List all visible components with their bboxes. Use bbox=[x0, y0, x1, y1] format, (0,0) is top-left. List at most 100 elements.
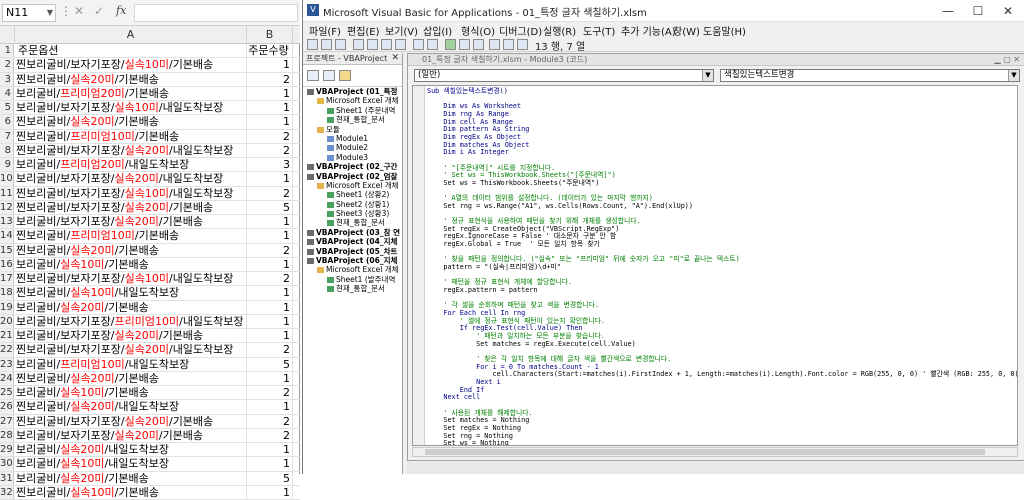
cell-b[interactable]: 5 bbox=[247, 471, 293, 485]
tree-node[interactable]: Microsoft Excel 개체 bbox=[303, 265, 402, 274]
cell-b[interactable]: 1 bbox=[247, 229, 293, 243]
menu-item[interactable]: 실행(R) bbox=[543, 23, 576, 38]
menu-item[interactable]: 디버그(D) bbox=[499, 23, 542, 38]
code-line[interactable]: Dim matches As Object bbox=[427, 141, 1017, 150]
row-header[interactable]: 3 bbox=[0, 72, 14, 86]
code-line[interactable]: Set matches = regEx.Execute(cell.Value) bbox=[427, 340, 1017, 349]
menu-item[interactable]: 형식(O) bbox=[461, 23, 495, 38]
properties-icon[interactable] bbox=[517, 39, 528, 50]
redo-icon[interactable] bbox=[427, 39, 438, 50]
cell-a[interactable]: 보리굴비/보자기포장/실속10미/내일도착보장 bbox=[15, 101, 247, 115]
cell-a[interactable]: 주문옵션 bbox=[15, 44, 247, 58]
sheet-grid[interactable]: 1 주문옵션 주문수량 2 찐보리굴비/보자기포장/실속10미/기본배송 1 3 찐보리굴비/… bbox=[0, 44, 300, 500]
cell-b[interactable]: 5 bbox=[247, 200, 293, 214]
cell-a[interactable]: 보리굴비/실속10미/내일도착보장 bbox=[15, 457, 247, 471]
menu-item[interactable]: 편집(E) bbox=[347, 23, 380, 38]
view-excel-icon[interactable] bbox=[307, 39, 318, 50]
menu-item[interactable]: 파일(F) bbox=[309, 23, 341, 38]
find-icon[interactable] bbox=[395, 39, 406, 50]
cell-a[interactable]: 찐보리굴비/실속20미/기본배송 bbox=[15, 72, 247, 86]
chevron-down-icon[interactable]: ▼ bbox=[702, 70, 713, 81]
row-header[interactable]: 14 bbox=[0, 229, 14, 243]
row-header[interactable]: 9 bbox=[0, 158, 14, 172]
scroll-thumb[interactable] bbox=[425, 449, 985, 455]
confirm-icon[interactable]: ✓ bbox=[94, 4, 104, 18]
cell-b[interactable]: 3 bbox=[247, 158, 293, 172]
chevron-down-icon[interactable]: ▼ bbox=[1008, 70, 1019, 81]
break-icon[interactable] bbox=[459, 39, 470, 50]
horizontal-scrollbar[interactable] bbox=[412, 447, 1018, 457]
cell-a[interactable]: 보리굴비/보자기포장/실속20미/기본배송 bbox=[15, 428, 247, 442]
row-header[interactable]: 19 bbox=[0, 300, 14, 314]
row-header[interactable]: 18 bbox=[0, 286, 14, 300]
cell-b[interactable]: 1 bbox=[247, 115, 293, 129]
cell-a[interactable]: 찐보리굴비/보자기포장/실속20미/기본배송 bbox=[15, 414, 247, 428]
row-header[interactable]: 1 bbox=[0, 44, 14, 58]
row-header[interactable]: 32 bbox=[0, 485, 14, 499]
tree-node[interactable]: VBAProject (02_엄잘 bbox=[303, 172, 402, 181]
cell-b[interactable]: 2 bbox=[247, 129, 293, 143]
cell-b[interactable]: 2 bbox=[247, 186, 293, 200]
run-icon[interactable] bbox=[445, 39, 456, 50]
tree-node[interactable]: Microsoft Excel 개체 bbox=[303, 181, 402, 190]
code-line[interactable]: regEx.Global = True ' 모든 일치 항목 찾기 bbox=[427, 240, 1017, 249]
row-header[interactable]: 6 bbox=[0, 115, 14, 129]
close-icon[interactable]: ✕ bbox=[391, 53, 399, 64]
row-header[interactable]: 11 bbox=[0, 186, 14, 200]
code-line[interactable]: End If bbox=[427, 386, 1017, 395]
insert-module-icon[interactable] bbox=[321, 39, 332, 50]
code-line[interactable]: Dim ws As Worksheet bbox=[427, 103, 1017, 111]
cell-b[interactable]: 1 bbox=[247, 329, 293, 343]
menu-item[interactable]: 도움말(H) bbox=[703, 23, 746, 38]
cell-a[interactable]: 찐보리굴비/실속10미/내일도착보장 bbox=[15, 286, 247, 300]
design-mode-icon[interactable] bbox=[489, 39, 500, 50]
tree-node[interactable]: 현재_통합_문서 bbox=[303, 115, 402, 124]
cell-b[interactable]: 2 bbox=[247, 428, 293, 442]
tree-node[interactable]: Sheet1 (주문내역 bbox=[303, 106, 402, 115]
cell-a[interactable]: 찐보리굴비/보자기포장/실속20미/내일도착보장 bbox=[15, 343, 247, 357]
insert-function-icon[interactable]: fx bbox=[116, 4, 126, 17]
cell-a[interactable]: 찐보리굴비/프리미엄10미/기본배송 bbox=[15, 129, 247, 143]
cell-b[interactable]: 1 bbox=[247, 86, 293, 100]
cell-b[interactable]: 1 bbox=[247, 314, 293, 328]
menu-item[interactable]: 도구(T) bbox=[583, 23, 615, 38]
cell-b[interactable]: 2 bbox=[247, 143, 293, 157]
view-code-icon[interactable] bbox=[307, 70, 319, 81]
row-header[interactable]: 12 bbox=[0, 200, 14, 214]
cell-b[interactable]: 1 bbox=[247, 172, 293, 186]
cell-a[interactable]: 찐보리굴비/실속20미/기본배송 bbox=[15, 243, 247, 257]
row-header[interactable]: 5 bbox=[0, 101, 14, 115]
code-line[interactable]: Set ws = Nothing bbox=[427, 440, 1017, 445]
code-line[interactable]: Next i bbox=[427, 378, 1017, 387]
code-line[interactable]: pattern = "(실속|프리미엄)\d+미" bbox=[427, 263, 1017, 272]
close-icon[interactable]: ✕ bbox=[993, 1, 1023, 21]
cell-a[interactable]: 보리굴비/실속10미/기본배송 bbox=[15, 257, 247, 271]
cell-a[interactable]: 보리굴비/실속20미/내일도착보장 bbox=[15, 443, 247, 457]
tree-node[interactable]: Module3 bbox=[303, 153, 402, 162]
name-box[interactable]: N11 ▼ bbox=[2, 4, 56, 22]
toggle-folders-icon[interactable] bbox=[339, 70, 351, 81]
row-header[interactable]: 16 bbox=[0, 257, 14, 271]
tree-node[interactable]: 현재_통합_문서 bbox=[303, 284, 402, 293]
cell-b[interactable]: 5 bbox=[247, 357, 293, 371]
paste-icon[interactable] bbox=[381, 39, 392, 50]
row-header[interactable]: 26 bbox=[0, 400, 14, 414]
tree-node[interactable]: Sheet3 (상황3) bbox=[303, 209, 402, 218]
tree-node[interactable]: 모듈 bbox=[303, 125, 402, 134]
tree-node[interactable]: VBAProject (06_지체 bbox=[303, 256, 402, 265]
cell-a[interactable]: 찐보리굴비/프리미엄10미/기본배송 bbox=[15, 229, 247, 243]
row-header[interactable]: 15 bbox=[0, 243, 14, 257]
code-line[interactable]: Dim i As Integer bbox=[427, 149, 1017, 157]
row-header[interactable]: 7 bbox=[0, 129, 14, 143]
project-explorer-icon[interactable] bbox=[503, 39, 514, 50]
code-line[interactable]: Sub 색칠있는텍스트변경() bbox=[427, 87, 1017, 96]
tree-node[interactable]: Module1 bbox=[303, 134, 402, 143]
cut-icon[interactable] bbox=[353, 39, 364, 50]
undo-icon[interactable] bbox=[413, 39, 424, 50]
menu-item[interactable]: 삽입(I) bbox=[423, 23, 452, 38]
chevron-down-icon[interactable]: ▼ bbox=[47, 5, 53, 21]
cell-b[interactable]: 1 bbox=[247, 457, 293, 471]
cell-b[interactable]: 1 bbox=[247, 400, 293, 414]
cell-a[interactable]: 보리굴비/프리미엄20미/기본배송 bbox=[15, 86, 247, 100]
minimize-icon[interactable]: — bbox=[933, 1, 963, 21]
